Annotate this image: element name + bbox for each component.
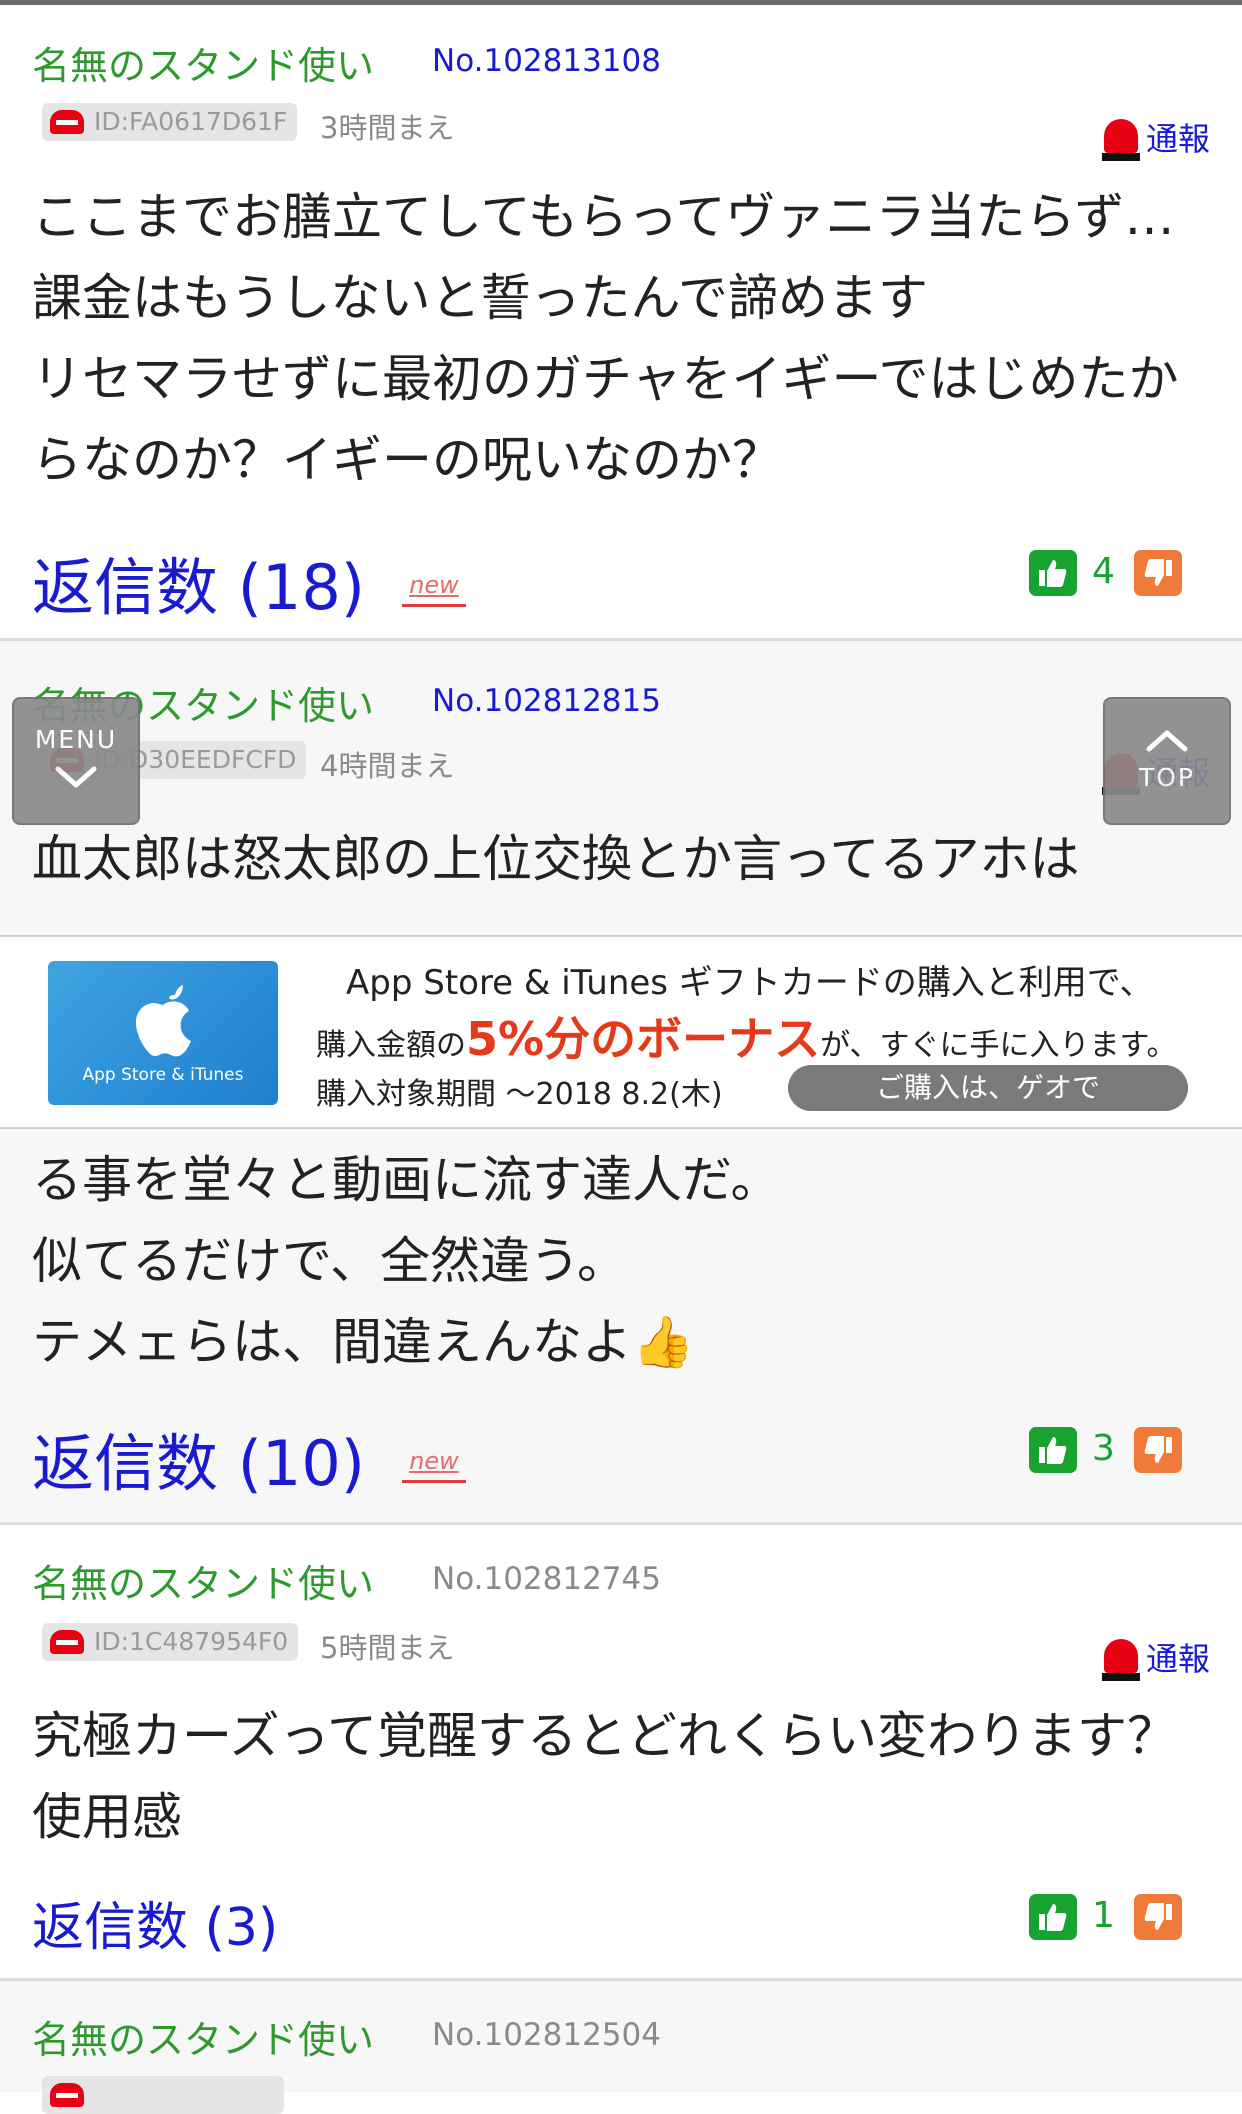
dislike-button[interactable] <box>1134 1427 1182 1473</box>
ad-period: 購入対象期間 〜2018 8.2(木) <box>316 1077 723 1112</box>
post-item: 名無のスタンド使い No.102812745 ID:1C487954F0 5時間… <box>0 1525 1242 1981</box>
post-body: る事を堂々と動画に流す達人だ。 似てるだけで、全然違う。 テメェらは、間違えんな… <box>32 1151 781 1371</box>
top-label: TOP <box>1138 763 1196 792</box>
post-item: 名無のスタンド使い No.102812504 <box>0 1981 1242 2114</box>
ad-banner[interactable]: App Store & iTunes App Store & iTunes ギフ… <box>0 935 1242 1129</box>
post-body: 究極カーズって覚醒するとどれくらい変わります？ 使用感 <box>32 1707 1177 1846</box>
thumbs-down-icon <box>1144 1903 1172 1930</box>
ad-subline-pre: 購入金額の <box>316 1028 466 1063</box>
thumbs-up-icon <box>1039 1437 1067 1464</box>
chevron-down-icon <box>55 766 97 788</box>
like-button[interactable] <box>1029 1894 1077 1940</box>
chevron-up-icon <box>1146 730 1188 752</box>
like-count: 4 <box>1092 551 1115 592</box>
top-button[interactable]: TOP <box>1103 697 1231 825</box>
post-author[interactable]: 名無のスタンド使い <box>32 2009 374 2064</box>
user-id-badge <box>42 2076 284 2114</box>
thumbs-up-icon <box>1039 560 1067 587</box>
post-number[interactable]: No.102812504 <box>432 2017 661 2053</box>
no-entry-icon <box>50 110 84 134</box>
card-label: App Store & iTunes <box>82 1065 244 1085</box>
report-label: 通報 <box>1146 120 1211 158</box>
thumbs-up-icon <box>1039 1904 1067 1931</box>
post-body-top: 血太郎は怒太郎の上位交換とか言ってるアホは <box>32 830 1080 888</box>
dislike-button[interactable] <box>1134 550 1182 596</box>
like-button[interactable] <box>1029 1427 1077 1473</box>
ad-subline-post: が、すぐに手に入ります。 <box>820 1028 1177 1063</box>
post-author[interactable]: 名無のスタンド使い <box>32 35 374 90</box>
siren-icon <box>1102 119 1140 161</box>
apple-logo-icon <box>135 985 191 1057</box>
post-time: 5時間まえ <box>320 1631 455 1665</box>
post-number[interactable]: No.102813108 <box>432 43 661 79</box>
gift-card-image: App Store & iTunes <box>48 961 278 1105</box>
ad-subline: 購入金額の5%分のボーナスが、すぐに手に入ります。 <box>316 1003 1177 1069</box>
menu-button[interactable]: MENU <box>12 697 140 825</box>
post-item: 名無のスタンド使い No.102813108 ID:FA0617D61F 3時間… <box>0 5 1242 641</box>
post-author[interactable]: 名無のスタンド使い <box>32 1553 374 1608</box>
like-count: 1 <box>1092 1895 1115 1936</box>
like-count: 3 <box>1092 1428 1115 1469</box>
siren-icon <box>1102 1639 1140 1681</box>
no-entry-icon <box>50 1630 84 1654</box>
user-id-badge: ID:FA0617D61F <box>42 103 298 141</box>
menu-label: MENU <box>34 725 118 754</box>
replies-link[interactable]: 返信数 (18) <box>32 537 365 627</box>
user-id-badge: ID:1C487954F0 <box>42 1623 299 1661</box>
post-time: 3時間まえ <box>320 111 455 145</box>
post-body: ここまでお膳立てしてもらってヴァニラ当たらず…課金はもうしないと誓ったんで諦めま… <box>32 188 1179 489</box>
user-id: ID:1C487954F0 <box>94 1627 289 1656</box>
new-badge: new <box>402 1446 466 1483</box>
like-button[interactable] <box>1029 550 1077 596</box>
dislike-button[interactable] <box>1134 1894 1182 1940</box>
no-entry-icon <box>50 2083 84 2107</box>
thumbs-down-icon <box>1144 1436 1172 1463</box>
ad-cta-button[interactable]: ご購入は、ゲオで <box>788 1065 1188 1111</box>
thumbs-down-icon <box>1144 559 1172 586</box>
replies-link[interactable]: 返信数 (10) <box>32 1413 365 1503</box>
replies-link[interactable]: 返信数 (3) <box>32 1885 278 1960</box>
post-time: 4時間まえ <box>320 749 455 783</box>
new-badge: new <box>402 570 466 607</box>
post-number[interactable]: No.102812815 <box>432 683 661 719</box>
ad-highlight: 5%分のボーナス <box>466 1012 821 1066</box>
ad-headline: App Store & iTunes ギフトカードの購入と利用で、 <box>346 963 1154 1003</box>
user-id: ID:FA0617D61F <box>94 107 288 136</box>
post-number[interactable]: No.102812745 <box>432 1561 661 1597</box>
report-label: 通報 <box>1146 1640 1211 1678</box>
